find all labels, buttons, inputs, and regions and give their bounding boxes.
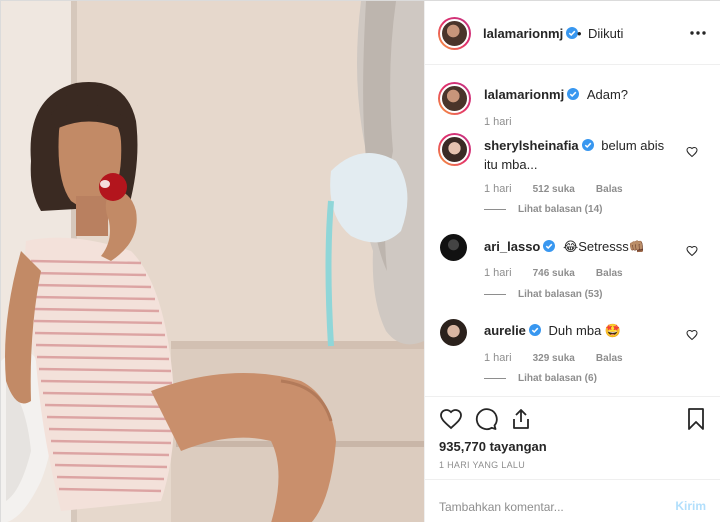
view-count[interactable]: 935,770 tayangan	[439, 439, 547, 454]
post-comment-button[interactable]: Kirim	[675, 499, 706, 513]
author-username[interactable]: lalamarionmj	[483, 26, 579, 41]
replies-divider	[484, 294, 506, 295]
bookmark-icon[interactable]	[684, 407, 708, 431]
view-replies-label: Lihat balasan (53)	[518, 289, 603, 300]
comment-text: ari_lasso 😂Setresss👊🏽	[484, 237, 679, 256]
comment-like-heart-icon[interactable]	[686, 245, 698, 257]
add-comment-bar: Tambahkan komentar... Kirim	[425, 479, 720, 522]
comment-avatar[interactable]	[440, 234, 467, 261]
comment-likes[interactable]: 512 suka	[533, 184, 575, 195]
view-replies-button[interactable]: Lihat balasan (14)	[484, 204, 602, 215]
comment-like-heart-icon[interactable]	[686, 146, 698, 158]
comment-avatar[interactable]	[440, 319, 467, 346]
comment-text: aurelie Duh mba 🤩	[484, 321, 679, 340]
comment-likes[interactable]: 746 suka	[533, 268, 575, 279]
comment-likes[interactable]: 329 suka	[533, 353, 575, 364]
comment-reply-button[interactable]: Balas	[596, 353, 623, 364]
comment-username[interactable]: sherylsheinafia	[484, 138, 579, 153]
comment-body: Duh mba 🤩	[548, 323, 622, 338]
post-video[interactable]	[1, 1, 424, 522]
comment-body: 😂Setresss👊🏽	[563, 239, 645, 254]
caption-text: lalamarionmj Adam?	[484, 85, 679, 104]
caption-time[interactable]: 1 hari	[484, 116, 512, 128]
comment-time[interactable]: 1 hari	[484, 183, 512, 195]
comment-text: sherylsheinafia belum abis itu mba...	[484, 136, 679, 174]
comment-icon[interactable]	[474, 407, 498, 431]
heart-icon[interactable]	[439, 407, 463, 431]
view-replies-label: Lihat balasan (14)	[518, 204, 603, 215]
caption-author-avatar[interactable]	[438, 82, 471, 115]
comment-meta: 1 hari 746 suka Balas	[484, 267, 641, 279]
replies-divider	[484, 378, 506, 379]
comments-list[interactable]: lalamarionmj Adam? 1 hari sherylsheinafi…	[425, 66, 720, 396]
video-frame-illustration	[1, 1, 424, 522]
add-comment-input[interactable]: Tambahkan komentar...	[439, 500, 564, 514]
comment-time[interactable]: 1 hari	[484, 352, 512, 364]
post-header: lalamarionmj • Diikuti	[425, 1, 720, 65]
caption-username[interactable]: lalamarionmj	[484, 87, 564, 102]
comment-avatar[interactable]	[438, 133, 471, 166]
header-separator: •	[577, 26, 582, 41]
post-timestamp[interactable]: 1 HARI YANG LALU	[439, 460, 525, 470]
comment-meta: 1 hari 329 suka Balas	[484, 352, 641, 364]
comment-like-heart-icon[interactable]	[686, 329, 698, 341]
verified-badge-icon	[567, 88, 580, 100]
comment-reply-button[interactable]: Balas	[596, 184, 623, 195]
caption-meta: 1 hari	[484, 116, 530, 128]
comment-username[interactable]: ari_lasso	[484, 239, 540, 254]
comment-time[interactable]: 1 hari	[484, 267, 512, 279]
share-icon[interactable]	[509, 407, 533, 431]
comment-reply-button[interactable]: Balas	[596, 268, 623, 279]
verified-badge-icon	[543, 240, 556, 252]
instagram-post-modal: lalamarionmj • Diikuti lalamarionmj Adam…	[0, 0, 720, 522]
verified-badge-icon	[528, 324, 541, 336]
view-replies-button[interactable]: Lihat balasan (53)	[484, 289, 602, 300]
more-horizontal-icon[interactable]	[688, 23, 708, 43]
comment-meta: 1 hari 512 suka Balas	[484, 183, 641, 195]
following-status-button[interactable]: Diikuti	[588, 26, 623, 41]
view-replies-button[interactable]: Lihat balasan (6)	[484, 373, 597, 384]
verified-badge-icon	[581, 139, 594, 151]
author-avatar[interactable]	[438, 17, 471, 50]
comment-username[interactable]: aurelie	[484, 323, 526, 338]
post-sidebar: lalamarionmj • Diikuti lalamarionmj Adam…	[424, 1, 720, 522]
view-replies-label: Lihat balasan (6)	[518, 373, 597, 384]
caption-body: Adam?	[586, 87, 629, 102]
replies-divider	[484, 209, 506, 210]
